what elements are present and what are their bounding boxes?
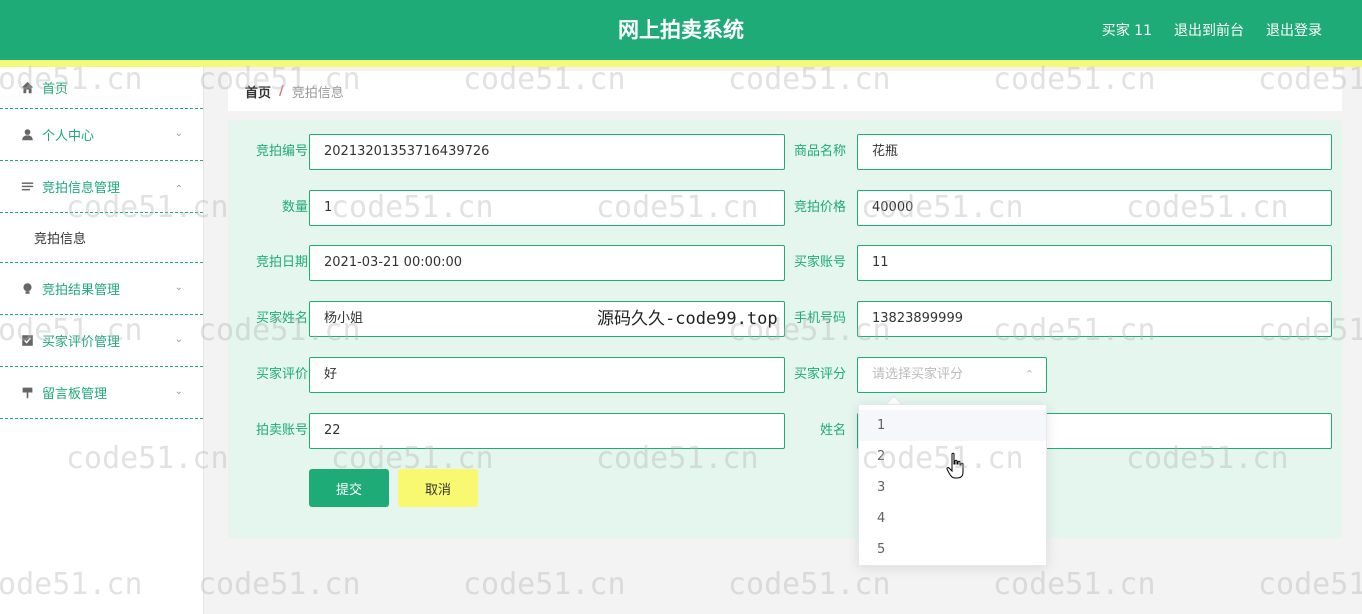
sidebar-item-bid-info-management[interactable]: 竞拍信息管理 ⌃ — [0, 161, 203, 213]
breadcrumb-current: 竞拍信息 — [291, 85, 344, 101]
hand-cursor-icon — [946, 452, 966, 484]
breadcrumb-separator: / — [279, 83, 284, 99]
bid-price-field[interactable]: 40000 — [857, 190, 1332, 226]
dropdown-option[interactable]: 4 — [859, 503, 1046, 534]
buyer-score-select[interactable]: 请选择买家评分 ⌃ — [857, 357, 1047, 393]
bid-price-label: 竞拍价格 — [793, 200, 846, 215]
watermark: code51.cn — [463, 567, 626, 602]
bid-info-form: 竞拍编号 20213201353716439726 商品名称 花瓶 数量 1 竞… — [228, 120, 1342, 538]
chevron-down-icon: ⌄ — [174, 334, 183, 345]
pin-icon — [20, 386, 34, 400]
dropdown-option[interactable]: 1 — [859, 410, 1046, 441]
bid-date-label: 竞拍日期 — [255, 255, 308, 270]
bulb-icon — [20, 282, 34, 296]
seller-account-field[interactable]: 22 — [309, 413, 785, 449]
chevron-down-icon: ⌄ — [174, 128, 183, 139]
sidebar-item-label: 买家评价管理 — [42, 335, 121, 350]
quantity-field[interactable]: 1 — [309, 190, 785, 226]
phone-label: 手机号码 — [793, 311, 846, 326]
submenu-item-bid-info[interactable]: 竞拍信息 — [0, 213, 203, 263]
buyer-score-placeholder: 请选择买家评分 — [872, 367, 964, 382]
home-icon — [20, 81, 34, 95]
dropdown-option[interactable]: 5 — [859, 534, 1046, 565]
watermark: code51.cn — [728, 567, 891, 602]
sidebar-item-label: 竞拍结果管理 — [42, 283, 121, 298]
sidebar-item-bid-result-management[interactable]: 竞拍结果管理 ⌄ — [0, 263, 203, 315]
top-header: 网上拍卖系统 买家 11 退出到前台 退出登录 — [0, 0, 1362, 60]
breadcrumb: 首页 / 竞拍信息 — [228, 71, 1342, 111]
chevron-up-icon: ⌃ — [1024, 368, 1034, 381]
chevron-down-icon: ⌄ — [174, 282, 183, 293]
sidebar-item-buyer-review-management[interactable]: 买家评价管理 ⌄ — [0, 315, 203, 367]
chevron-down-icon: ⌄ — [174, 386, 183, 397]
buyer-score-label: 买家评分 — [793, 367, 846, 382]
watermark: code51.cn — [198, 567, 361, 602]
buyer-comment-label: 买家评价 — [255, 367, 308, 382]
logout-link[interactable]: 退出登录 — [1266, 20, 1322, 40]
goods-name-field[interactable]: 花瓶 — [857, 134, 1332, 170]
buyer-score-dropdown: 1 2 3 4 5 — [858, 404, 1047, 566]
sidebar-item-label: 留言板管理 — [42, 387, 108, 402]
phone-field[interactable]: 13823899999 — [857, 301, 1332, 337]
submit-button[interactable]: 提交 — [309, 469, 389, 507]
user-label: 买家 11 — [1101, 23, 1152, 39]
bid-no-field[interactable]: 20213201353716439726 — [309, 134, 785, 170]
buyer-account-label: 买家账号 — [793, 255, 846, 270]
watermark: code51.cn — [993, 567, 1156, 602]
buyer-name-label: 买家姓名 — [255, 311, 308, 326]
header-accent-strip — [0, 60, 1362, 67]
breadcrumb-home[interactable]: 首页 — [245, 82, 271, 101]
buyer-comment-field[interactable]: 好 — [309, 357, 785, 393]
bid-date-field[interactable]: 2021-03-21 00:00:00 — [309, 245, 785, 281]
list-icon — [20, 180, 34, 194]
user-icon — [20, 128, 34, 142]
watermark: code51.cn — [1258, 567, 1362, 602]
sidebar-item-label: 竞拍信息管理 — [42, 181, 121, 196]
top-links: 买家 11 退出到前台 退出登录 — [1102, 20, 1322, 40]
sidebar-item-message-board-management[interactable]: 留言板管理 ⌄ — [0, 367, 203, 419]
cancel-button[interactable]: 取消 — [398, 469, 478, 507]
sidebar-item-home[interactable]: 首页 — [0, 67, 203, 109]
goods-name-label: 商品名称 — [793, 144, 846, 159]
checkbox-icon — [20, 334, 34, 348]
sidebar-item-label: 首页 — [42, 82, 69, 97]
front-page-link[interactable]: 退出到前台 — [1174, 20, 1244, 40]
sidebar-item-label: 个人中心 — [42, 129, 95, 144]
buyer-account-field[interactable]: 11 — [857, 245, 1332, 281]
bid-no-label: 竞拍编号 — [255, 144, 308, 159]
chevron-up-icon: ⌃ — [174, 184, 183, 195]
quantity-label: 数量 — [281, 200, 308, 215]
buyer-name-field[interactable]: 杨小姐 — [309, 301, 785, 337]
sidebar-item-personal-center[interactable]: 个人中心 ⌄ — [0, 109, 203, 161]
name-label: 姓名 — [819, 423, 846, 438]
seller-account-label: 拍卖账号 — [255, 423, 308, 438]
sidebar: 首页 个人中心 ⌄ 竞拍信息管理 ⌃ 竞拍信息 竞拍结果管理 ⌄ 买家评价管理 … — [0, 67, 204, 614]
